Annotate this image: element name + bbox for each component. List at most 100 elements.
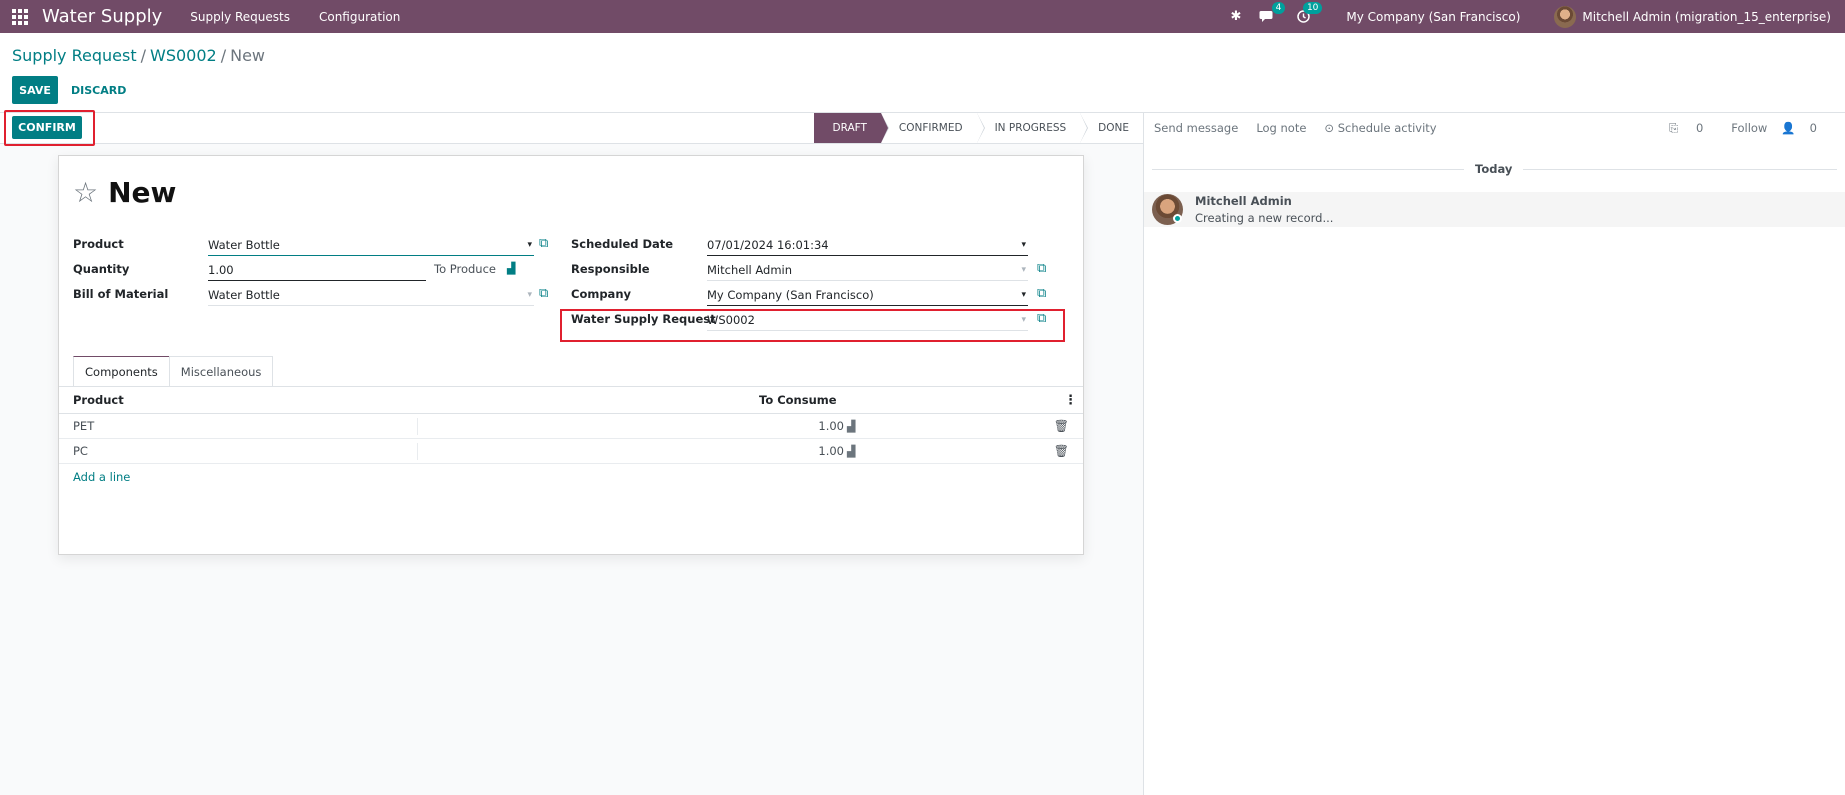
notebook-tabs: Components Miscellaneous	[73, 356, 274, 386]
column-to-consume-header[interactable]: To Consume	[759, 393, 837, 407]
responsible-external-link-icon[interactable]: ⧉	[1037, 261, 1046, 276]
row-forecast-chart-icon[interactable]: ▟	[847, 445, 855, 458]
followers-button[interactable]: 👤 0	[1781, 121, 1831, 135]
responsible-dropdown-caret-icon[interactable]: ▾	[1021, 261, 1026, 279]
clock-icon: ⊙	[1324, 121, 1335, 135]
row-forecast-chart-icon[interactable]: ▟	[847, 420, 855, 433]
responsible-label: Responsible	[571, 262, 650, 276]
discard-button[interactable]: DISCARD	[71, 76, 126, 104]
bom-field[interactable]: Water Bottle ▾	[208, 286, 534, 306]
optional-columns-kebab-icon[interactable]: ⋮	[1064, 393, 1077, 408]
product-value: Water Bottle	[208, 238, 280, 252]
product-external-link-icon[interactable]: ⧉	[539, 236, 548, 251]
chatter-topbar: Send message Log note ⊙ Schedule activit…	[1144, 113, 1845, 143]
bom-label: Bill of Material	[73, 287, 169, 301]
column-product-header[interactable]: Product	[73, 393, 124, 407]
scheduled-date-caret-icon[interactable]: ▾	[1021, 236, 1026, 254]
stage-done[interactable]: DONE	[1080, 113, 1143, 143]
form-sheet: ☆ New Product Water Bottle ▾ ⧉ Quantity …	[58, 155, 1084, 555]
company-label: Company	[571, 287, 631, 301]
debug-bug-icon[interactable]: ✱	[1231, 9, 1242, 24]
apps-menu-icon[interactable]	[0, 0, 40, 33]
attachments-count: 0	[1695, 120, 1704, 135]
follow-button[interactable]: Follow	[1731, 121, 1767, 135]
company-dropdown-caret-icon[interactable]: ▾	[1021, 286, 1026, 304]
scheduled-date-label: Scheduled Date	[571, 237, 674, 251]
breadcrumb-current: New	[230, 46, 265, 65]
table-row[interactable]: PC 1.00 ▟ 🗑	[59, 439, 1083, 464]
company-field[interactable]: My Company (San Francisco) ▾	[707, 286, 1028, 306]
statusbar: CONFIRM DRAFT CONFIRMED IN PROGRESS DONE	[0, 110, 1143, 146]
add-line-row: Add a line	[59, 464, 1083, 489]
stage-pipeline: DRAFT CONFIRMED IN PROGRESS DONE	[814, 113, 1143, 143]
top-navbar: Water Supply Supply Requests Configurati…	[0, 0, 1845, 33]
menu-configuration[interactable]: Configuration	[319, 10, 400, 24]
company-external-link-icon[interactable]: ⧉	[1037, 286, 1046, 301]
date-separator-label: Today	[1464, 162, 1524, 176]
row-qty[interactable]: 1.00	[759, 419, 844, 433]
quantity-label: Quantity	[73, 262, 130, 276]
favorite-star-icon[interactable]: ☆	[73, 178, 98, 207]
table-row[interactable]: PET 1.00 ▟ 🗑	[59, 414, 1083, 439]
activities-badge: 10	[1302, 2, 1323, 14]
breadcrumb: Supply Request / WS0002/New	[12, 46, 265, 65]
paperclip-icon: ⎘	[1669, 120, 1679, 135]
send-message-button[interactable]: Send message	[1154, 121, 1238, 135]
stage-confirmed[interactable]: CONFIRMED	[881, 113, 985, 143]
company-switcher[interactable]: My Company (San Francisco)	[1346, 10, 1520, 24]
save-button[interactable]: SAVE	[12, 76, 58, 104]
message-author[interactable]: Mitchell Admin	[1195, 194, 1292, 208]
components-table: Product To Consume ⋮ PET 1.00 ▟ 🗑 PC 1.0…	[59, 386, 1083, 489]
to-produce-label: To Produce	[434, 262, 496, 276]
product-label: Product	[73, 237, 124, 251]
confirm-button[interactable]: CONFIRM	[12, 116, 82, 139]
followers-count: 0	[1809, 121, 1817, 135]
messages-icon[interactable]: 4	[1259, 2, 1286, 23]
delete-row-trash-icon[interactable]: 🗑	[1054, 444, 1069, 458]
product-field[interactable]: Water Bottle ▾	[208, 236, 534, 256]
stage-draft[interactable]: DRAFT	[814, 113, 890, 143]
responsible-field[interactable]: Mitchell Admin ▾	[707, 261, 1028, 281]
row-qty[interactable]: 1.00	[759, 444, 844, 458]
tab-miscellaneous[interactable]: Miscellaneous	[168, 356, 274, 386]
control-panel: Supply Request / WS0002/New SAVE DISCARD	[0, 33, 1845, 113]
user-menu[interactable]: Mitchell Admin (migration_15_enterprise)	[1554, 5, 1831, 28]
chatter-panel: Send message Log note ⊙ Schedule activit…	[1143, 113, 1845, 795]
user-icon: 👤	[1781, 121, 1796, 135]
breadcrumb-supply-request[interactable]: Supply Request	[12, 46, 137, 65]
row-product[interactable]: PET	[73, 419, 94, 433]
tab-components[interactable]: Components	[73, 356, 170, 386]
form-area: CONFIRM DRAFT CONFIRMED IN PROGRESS DONE…	[0, 110, 1143, 795]
responsible-value: Mitchell Admin	[707, 263, 793, 277]
forecast-chart-icon[interactable]: ▟	[507, 262, 515, 275]
schedule-activity-label: Schedule activity	[1337, 121, 1437, 135]
product-dropdown-caret-icon[interactable]: ▾	[527, 236, 532, 254]
stage-in-progress[interactable]: IN PROGRESS	[977, 113, 1088, 143]
message-body: Creating a new record...	[1195, 211, 1334, 225]
chatter-message: Mitchell Admin Creating a new record...	[1144, 192, 1845, 227]
messages-badge: 4	[1271, 2, 1286, 14]
components-table-header: Product To Consume ⋮	[59, 386, 1083, 414]
scheduled-date-field[interactable]: 07/01/2024 16:01:34 ▾	[707, 236, 1028, 256]
app-brand[interactable]: Water Supply	[42, 6, 162, 27]
add-a-line-link[interactable]: Add a line	[73, 470, 130, 484]
bom-value: Water Bottle	[208, 288, 280, 302]
water-supply-request-highlight-box	[560, 309, 1065, 342]
menu-supply-requests[interactable]: Supply Requests	[190, 10, 290, 24]
user-name: Mitchell Admin (migration_15_enterprise)	[1582, 9, 1831, 24]
schedule-activity-button[interactable]: ⊙ Schedule activity	[1324, 121, 1436, 135]
bom-external-link-icon[interactable]: ⧉	[539, 286, 548, 301]
company-value: My Company (San Francisco)	[707, 288, 874, 302]
breadcrumb-ws0002[interactable]: WS0002	[150, 46, 217, 65]
scheduled-date-value: 07/01/2024 16:01:34	[707, 238, 829, 252]
online-status-dot	[1173, 214, 1182, 223]
user-avatar	[1554, 5, 1577, 28]
delete-row-trash-icon[interactable]: 🗑	[1054, 419, 1069, 433]
quantity-field[interactable]: 1.00	[208, 261, 426, 281]
bom-dropdown-caret-icon[interactable]: ▾	[527, 286, 532, 304]
activities-clock-icon[interactable]: 10	[1297, 2, 1323, 23]
record-title: New	[108, 176, 177, 209]
log-note-button[interactable]: Log note	[1256, 121, 1306, 135]
row-product[interactable]: PC	[73, 444, 88, 458]
attachments-button[interactable]: ⎘ 0	[1669, 121, 1717, 136]
